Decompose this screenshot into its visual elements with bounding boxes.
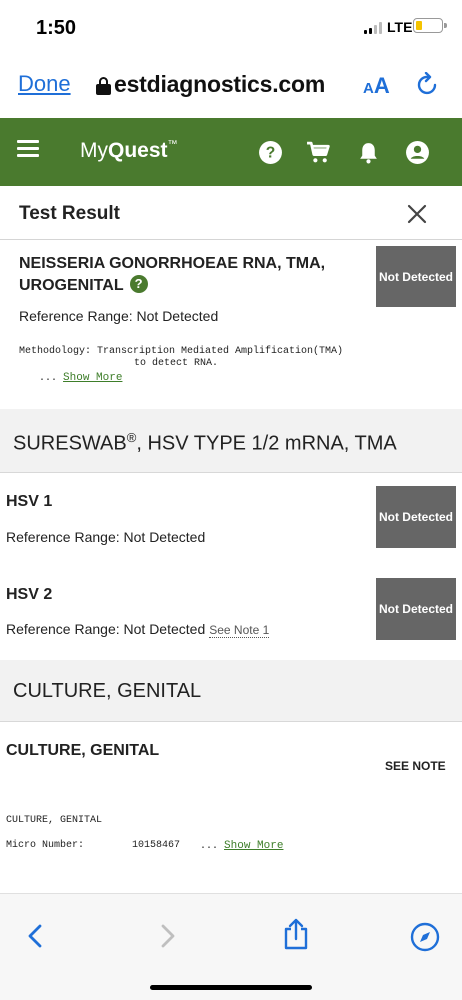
test-name-gonorrhoeae: NEISSERIA GONORRHOEAE RNA, TMA, UROGENIT… (19, 255, 326, 294)
status-bar: 1:50 LTE (0, 0, 462, 55)
signal-icon (364, 22, 382, 34)
show-more-link[interactable]: Show More (63, 372, 122, 384)
help-icon[interactable]: ? (258, 140, 283, 165)
reference-range-hsv1: Reference Range: Not Detected (6, 529, 206, 545)
status-time: 1:50 (36, 17, 77, 39)
text-size-button[interactable]: AA (363, 73, 390, 99)
svg-text:?: ? (266, 145, 276, 162)
panel-title: Test Result (19, 203, 121, 224)
culture-detail: CULTURE, GENITAL (6, 815, 103, 826)
close-icon[interactable] (407, 204, 427, 224)
app-header: MyQuest™ ? (0, 118, 462, 186)
browser-url-bar: Done estdiagnostics.com AA (0, 55, 462, 118)
panel-header: Test Result (0, 186, 462, 240)
network-type: LTE (387, 19, 413, 35)
result-badge-hsv1: Not Detected (376, 486, 456, 548)
bell-icon[interactable] (356, 140, 381, 165)
menu-icon[interactable] (17, 140, 39, 158)
back-icon[interactable] (22, 922, 50, 950)
section-title-culture: CULTURE, GENITAL (13, 680, 202, 702)
result-badge-hsv2: Not Detected (376, 578, 456, 640)
show-more-row-culture: ... Show More (200, 840, 284, 852)
micro-number-value: 10158467 (132, 840, 181, 851)
cart-icon[interactable] (306, 140, 331, 165)
help-icon[interactable]: ? (129, 274, 148, 293)
forward-icon[interactable] (153, 922, 181, 950)
reference-range-gonorrhoeae: Reference Range: Not Detected (19, 308, 219, 324)
section-title-sureswab: SURESWAB®, HSV TYPE 1/2 mRNA, TMA (13, 430, 397, 455)
share-icon[interactable] (281, 918, 311, 950)
browser-toolbar (0, 893, 462, 1000)
section-header-culture: CULTURE, GENITAL (0, 660, 462, 722)
test-name-hsv1: HSV 1 (6, 493, 53, 510)
micro-number-label: Micro Number: (6, 840, 85, 851)
methodology-text: Methodology: Transcription Mediated Ampl… (19, 346, 344, 357)
test-name-hsv2: HSV 2 (6, 586, 53, 603)
brand-logo[interactable]: MyQuest™ (80, 139, 178, 163)
home-indicator (150, 985, 312, 990)
battery-icon (413, 18, 447, 33)
reload-icon[interactable] (416, 72, 440, 98)
done-button[interactable]: Done (18, 71, 71, 97)
lock-icon (96, 77, 111, 95)
section-header-sureswab: SURESWAB®, HSV TYPE 1/2 mRNA, TMA (0, 409, 462, 473)
reference-range-hsv2: Reference Range: Not Detected See Note 1 (6, 621, 270, 638)
test-name-culture: CULTURE, GENITAL (6, 742, 160, 759)
compass-icon[interactable] (410, 922, 440, 952)
methodology-text-continued: to detect RNA. (134, 358, 219, 369)
url-text[interactable]: estdiagnostics.com (114, 71, 325, 98)
result-see-note: SEE NOTE (385, 759, 446, 773)
see-note-link[interactable]: See Note 1 (209, 623, 270, 638)
account-icon[interactable] (405, 140, 430, 165)
show-more-link[interactable]: Show More (224, 840, 283, 852)
result-badge-gonorrhoeae: Not Detected (376, 246, 456, 307)
show-more-row: ... Show More (39, 372, 123, 384)
